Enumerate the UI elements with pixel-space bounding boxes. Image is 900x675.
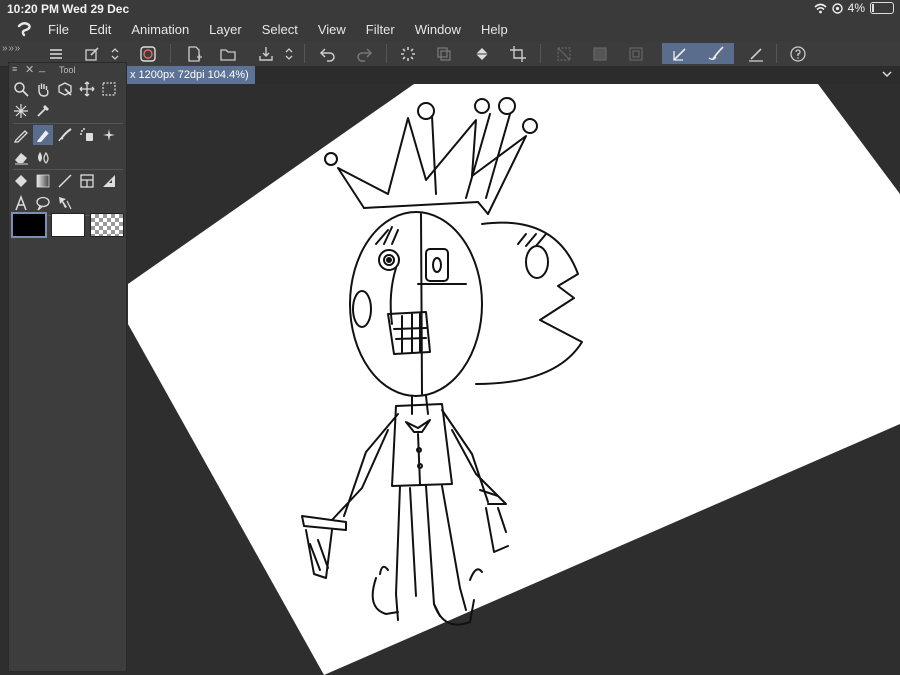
hamburger-menu-icon[interactable] [44, 43, 68, 64]
transform-icon[interactable] [432, 43, 456, 64]
sub-color-swatch[interactable] [51, 213, 85, 237]
save-icon[interactable] [254, 43, 278, 64]
toolbar-separator [304, 44, 305, 63]
fill-bucket-icon[interactable] [470, 43, 494, 64]
redo-icon[interactable] [352, 43, 376, 64]
hand-tool-icon[interactable] [33, 79, 53, 99]
ruler-snap-icon[interactable] [744, 43, 768, 64]
tool-divider [13, 169, 123, 170]
decoration-tool-icon[interactable] [99, 125, 119, 145]
object-tool-icon[interactable] [55, 79, 75, 99]
battery-icon [870, 2, 894, 14]
toolbar-separator [540, 44, 541, 63]
ruler-tool-icon[interactable] [99, 171, 119, 191]
document-tab-bar: x 1200px 72dpi 104.4%) [126, 66, 900, 84]
balloon-tool-icon[interactable] [33, 193, 53, 213]
wifi-icon [814, 3, 827, 13]
gradient-selection-icon[interactable] [588, 43, 612, 64]
status-right: 4% [814, 1, 894, 15]
chevron-down-icon[interactable] [880, 67, 894, 81]
fill-tool-icon[interactable] [11, 171, 31, 191]
menu-layer[interactable]: Layer [209, 22, 242, 37]
blend-tool-icon[interactable] [33, 147, 53, 167]
border-selection-icon[interactable] [624, 43, 648, 64]
canvas-paper [128, 84, 900, 675]
tool-panel-title: Tool [59, 65, 76, 75]
panel-toggle-arrows[interactable]: » » » [2, 43, 20, 54]
pen-snap-icon[interactable] [662, 43, 698, 64]
transparent-color-swatch[interactable] [90, 213, 124, 237]
menu-window[interactable]: Window [415, 22, 461, 37]
zoom-tool-icon[interactable] [11, 79, 31, 99]
brush-snap-icon[interactable] [698, 43, 734, 64]
eyedropper-tool-icon[interactable] [33, 101, 53, 121]
canvas-area[interactable] [126, 84, 900, 675]
status-time: 10:20 PM [7, 2, 60, 16]
gradient-tool-icon[interactable] [33, 171, 53, 191]
minimize-icon[interactable]: _ [39, 61, 45, 73]
edit-shortcut-icon[interactable] [80, 43, 104, 64]
undo-icon[interactable] [316, 43, 340, 64]
toolbar-separator [776, 44, 777, 63]
loading-spinner-icon[interactable] [396, 43, 420, 64]
companion-icon[interactable] [136, 43, 160, 64]
close-icon[interactable]: ✕ [25, 63, 34, 76]
status-date: Wed 29 Dec [62, 2, 130, 16]
document-tab[interactable]: x 1200px 72dpi 104.4%) [126, 66, 255, 84]
eraser-tool-icon[interactable] [11, 147, 31, 167]
menu-view[interactable]: View [318, 22, 346, 37]
pencil-tool-icon[interactable] [33, 125, 53, 145]
clear-selection-icon[interactable] [552, 43, 576, 64]
frame-tool-icon[interactable] [77, 171, 97, 191]
menu-file[interactable]: File [48, 22, 69, 37]
toolbar-separator [386, 44, 387, 63]
open-folder-icon[interactable] [216, 43, 240, 64]
menu-select[interactable]: Select [262, 22, 298, 37]
menu-bar: File Edit Animation Layer Select View Fi… [0, 17, 900, 41]
help-icon[interactable] [786, 43, 810, 64]
command-bar: » » » [0, 41, 900, 67]
text-tool-icon[interactable] [11, 193, 31, 213]
status-bar: 10:20 PM Wed 29 Dec 4% [0, 0, 900, 17]
toolbar-separator [170, 44, 171, 63]
grip-icon[interactable]: ≡ [12, 64, 17, 74]
chevron-updown-icon[interactable] [108, 43, 122, 64]
correct-line-tool-icon[interactable] [55, 193, 75, 213]
magic-wand-tool-icon[interactable] [11, 101, 31, 121]
tool-panel-header: ≡ ✕ _ Tool [9, 61, 126, 77]
location-lock-icon [831, 2, 843, 14]
crop-icon[interactable] [506, 43, 530, 64]
airbrush-tool-icon[interactable] [77, 125, 97, 145]
drawing-canvas[interactable] [126, 84, 900, 675]
main-color-swatch[interactable] [11, 212, 47, 238]
move-tool-icon[interactable] [77, 79, 97, 99]
selection-tool-icon[interactable] [99, 79, 119, 99]
tool-panel: ≡ ✕ _ Tool [8, 61, 127, 672]
menu-help[interactable]: Help [481, 22, 508, 37]
battery-percent: 4% [847, 1, 865, 15]
new-file-icon[interactable] [182, 43, 206, 64]
line-tool-icon[interactable] [55, 171, 75, 191]
save-chevron-updown-icon[interactable] [282, 43, 296, 64]
menu-edit[interactable]: Edit [89, 22, 111, 37]
brush-tool-icon[interactable] [55, 125, 75, 145]
pen-tool-icon[interactable] [11, 125, 31, 145]
tool-divider [13, 123, 123, 124]
menu-animation[interactable]: Animation [131, 22, 189, 37]
menu-filter[interactable]: Filter [366, 22, 395, 37]
app-logo-icon[interactable] [0, 20, 48, 38]
